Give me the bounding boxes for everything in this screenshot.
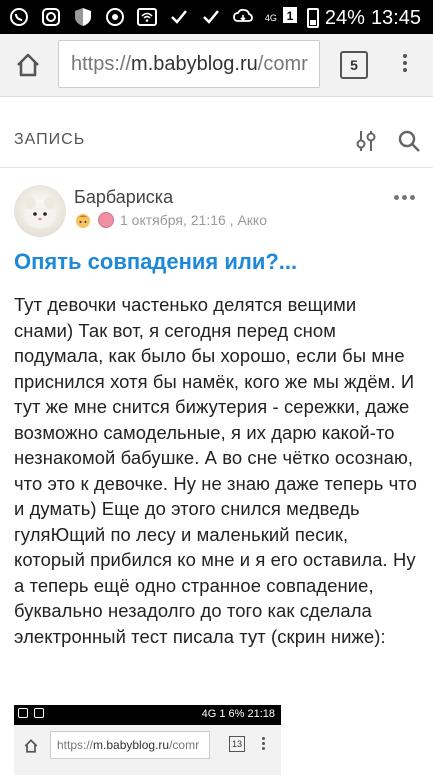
url-scheme: https://	[71, 53, 132, 75]
status-bar: 4G 1 24% 13:45	[0, 0, 433, 34]
embedded-tab-count: 13	[229, 736, 245, 752]
more-options-button[interactable]	[394, 195, 415, 200]
url-host: m.babyblog.ru	[131, 53, 258, 75]
cloud-download-icon	[232, 6, 254, 28]
notification-icons	[8, 6, 254, 28]
home-button[interactable]	[14, 51, 42, 79]
browser-menu-button[interactable]	[400, 51, 410, 79]
battery-icon	[306, 8, 319, 28]
embedded-screenshot-image[interactable]: 4G 1 6% 21:18 https://m.babyblog.ru/comr…	[14, 705, 281, 775]
search-button[interactable]	[397, 129, 421, 153]
sliders-icon	[356, 131, 376, 151]
home-icon	[17, 53, 39, 77]
check-icon	[200, 6, 222, 28]
wifi-box-icon	[136, 6, 158, 28]
sim-number: 1	[287, 9, 294, 23]
search-icon	[398, 130, 420, 152]
home-icon	[23, 738, 39, 754]
whatsapp-icon	[8, 6, 30, 28]
embedded-menu-icon	[262, 735, 265, 752]
embedded-status-bar: 4G 1 6% 21:18	[14, 705, 281, 725]
address-bar[interactable]: https://m.babyblog.ru/comr	[58, 40, 320, 88]
avatar[interactable]	[14, 185, 66, 237]
embedded-url-path: /comr	[169, 738, 200, 752]
post-date: 1 октября, 21:16 , Акко	[120, 212, 267, 228]
post-author[interactable]: Барбариска	[74, 187, 173, 208]
embedded-browser-toolbar: https://m.babyblog.ru/comr 13	[14, 725, 281, 775]
post-title[interactable]: Опять совпадения или?...	[14, 249, 297, 275]
browser-toolbar: https://m.babyblog.ru/comr 5	[0, 34, 433, 97]
signal-icon: 1	[282, 5, 301, 31]
tab-switcher-button[interactable]: 5	[340, 51, 368, 79]
pink-circle-icon	[98, 212, 114, 228]
embedded-url-scheme: https://	[57, 738, 94, 752]
filter-button[interactable]	[354, 129, 378, 153]
battery-level: 24%	[324, 6, 365, 29]
url-path: /comr	[257, 53, 308, 75]
section-header: ЗАПИСЬ	[0, 97, 433, 168]
check-icon	[168, 6, 190, 28]
embedded-address-bar: https://m.babyblog.ru/comr	[50, 731, 210, 759]
shield-icon	[72, 6, 94, 28]
instagram-icon	[40, 6, 62, 28]
girl-emoji-icon	[74, 211, 92, 229]
post-body: Тут девочки частенько делятся вещими сна…	[14, 294, 417, 647]
blog-post: Барбариска 1 октября, 21:16 , Акко Опять…	[0, 167, 433, 775]
status-right: 4G 1 24% 13:45	[265, 5, 421, 31]
settings-icon	[104, 6, 126, 28]
section-title: ЗАПИСЬ	[14, 131, 86, 148]
embedded-url-host: m.babyblog.ru	[93, 738, 170, 752]
embedded-status-text: 4G 1 6% 21:18	[201, 708, 275, 720]
network-type: 4G	[264, 12, 277, 23]
clock: 13:45	[370, 6, 421, 29]
post-meta: 1 октября, 21:16 , Акко	[74, 211, 267, 229]
